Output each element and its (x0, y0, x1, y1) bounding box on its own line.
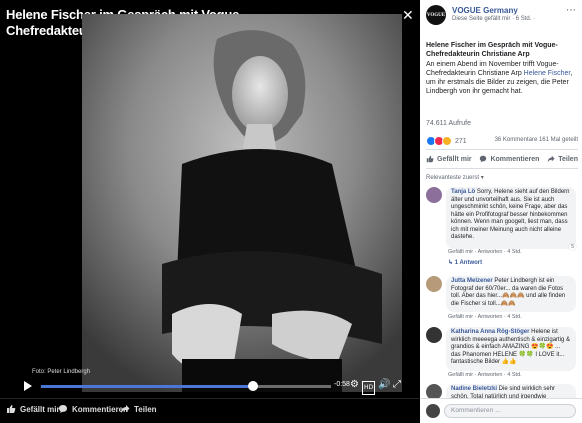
share-icon (121, 405, 130, 413)
post-meta: Diese Seite gefällt mir · 6 Std. · (452, 16, 536, 22)
like-button[interactable]: Gefällt mir (6, 404, 60, 414)
post-actions: Gefällt mir Kommentieren Teilen (426, 149, 578, 169)
seek-handle[interactable] (247, 381, 258, 391)
share-label: Teilen (134, 404, 157, 414)
page-avatar[interactable]: VOGUE (426, 5, 446, 25)
comment-meta[interactable]: Gefällt mir · Antworten · 4 Std. (448, 314, 522, 320)
wow-reaction-icon (442, 136, 452, 146)
comment-meta[interactable]: Gefällt mir · Antworten · 4 Std. (448, 372, 522, 378)
time-remaining: -0:58 (334, 381, 350, 388)
facebook-video-viewer: Helene Fischer im Gespräch mit Vogue-Che… (0, 0, 582, 423)
comment-composer: Kommentieren ... (420, 398, 582, 423)
post-comment-button[interactable]: Kommentieren (479, 155, 539, 163)
comment-label: Kommentieren (490, 155, 540, 163)
comment-reactions[interactable]: 5 (569, 244, 576, 250)
avatar[interactable] (426, 384, 442, 398)
view-replies-link[interactable]: ↳ 1 Antwort (448, 259, 482, 266)
like-label: Gefällt mir (20, 404, 60, 414)
avatar[interactable] (426, 187, 442, 203)
settings-icon[interactable]: ⚙ (350, 379, 359, 391)
close-icon[interactable]: ✕ (402, 9, 414, 23)
share-button[interactable]: Teilen (120, 404, 157, 414)
engagement-counts[interactable]: 36 Kommentare 161 Mal geteilt (495, 137, 578, 143)
post-like-button[interactable]: Gefällt mir (426, 155, 472, 163)
comment-text: Sorry, Helene sieht auf den Bildern älte… (451, 189, 570, 240)
seek-progress (41, 385, 253, 388)
comment-input[interactable]: Kommentieren ... (444, 404, 576, 418)
volume-icon[interactable]: 🔊 (378, 379, 390, 391)
comment-button[interactable]: Kommentieren (58, 404, 128, 414)
post-body: An einem Abend im November trifft Vogue-… (426, 60, 578, 96)
video-controls: -0:58 ⚙ HD 🔊 ⤢ (14, 377, 406, 395)
post-sidebar: VOGUE VOGUE Germany Diese Seite gefällt … (420, 0, 582, 398)
portrait-image (82, 14, 402, 392)
comment-count[interactable]: 36 Kommentare (495, 137, 538, 143)
reaction-count: 271 (455, 137, 467, 145)
avatar (426, 404, 440, 418)
comment-icon (59, 405, 67, 413)
commenter-name[interactable]: Nadine Bieletzki (451, 386, 497, 392)
video-frame[interactable] (82, 14, 402, 392)
video-area: Helene Fischer im Gespräch mit Vogue-Che… (0, 0, 420, 423)
comment-bubble: Katharina Anna Rög-Stöger Helene ist wir… (446, 327, 576, 371)
fullscreen-icon[interactable]: ⤢ (393, 379, 401, 391)
comment-icon (480, 155, 487, 163)
thumbs-up-icon (7, 405, 16, 413)
comment-item: Katharina Anna Rög-Stöger Helene ist wir… (426, 327, 578, 385)
mention-link[interactable]: Helene Fischer (524, 70, 571, 77)
comment-meta[interactable]: Gefällt mir · Antworten · 4 Std. (448, 249, 522, 255)
photo-credit: Foto: Peter Lindbergh (32, 369, 91, 375)
commenter-name[interactable]: Katharina Anna Rög-Stöger (451, 329, 529, 335)
avatar[interactable] (426, 327, 442, 343)
comment-sort-dropdown[interactable]: Relevanteste zuerst ▾ (426, 174, 484, 181)
post-share-button[interactable]: Teilen (547, 155, 578, 163)
commenter-name[interactable]: Jutta Melzener (451, 278, 493, 284)
view-count: 74.611 Aufrufe (426, 120, 472, 127)
comment-bubble: Jutta Melzener Peter Lindbergh ist ein F… (446, 276, 576, 312)
avatar[interactable] (426, 276, 442, 292)
more-icon[interactable]: ⋯ (566, 6, 576, 16)
post-title: Helene Fischer im Gespräch mit Vogue-Che… (426, 42, 558, 58)
share-count[interactable]: 161 Mal geteilt (539, 137, 578, 143)
comment-item: Jutta Melzener Peter Lindbergh ist ein F… (426, 276, 578, 326)
like-label: Gefällt mir (437, 155, 472, 163)
comment-item: Tanja Lö Sorry, Helene sieht auf den Bil… (426, 187, 578, 267)
control-icons: ⚙ HD 🔊 ⤢ (350, 377, 406, 395)
reaction-summary[interactable]: 271 (426, 135, 467, 147)
comment-item: Nadine Bieletzki Die sind wirklich sehr … (426, 384, 578, 398)
seek-bar[interactable] (41, 381, 331, 391)
commenter-name[interactable]: Tanja Lö (451, 189, 475, 195)
comment-bubble: Tanja Lö Sorry, Helene sieht auf den Bil… (446, 187, 576, 249)
hd-icon[interactable]: HD (362, 381, 376, 395)
comment-bubble: Nadine Bieletzki Die sind wirklich sehr … (446, 384, 576, 398)
post-header: VOGUE VOGUE Germany Diese Seite gefällt … (420, 0, 582, 30)
play-icon[interactable] (24, 381, 32, 391)
thumbs-up-icon (426, 155, 434, 163)
page-name[interactable]: VOGUE Germany (452, 6, 518, 15)
share-label: Teilen (558, 155, 578, 163)
share-icon (548, 155, 555, 163)
